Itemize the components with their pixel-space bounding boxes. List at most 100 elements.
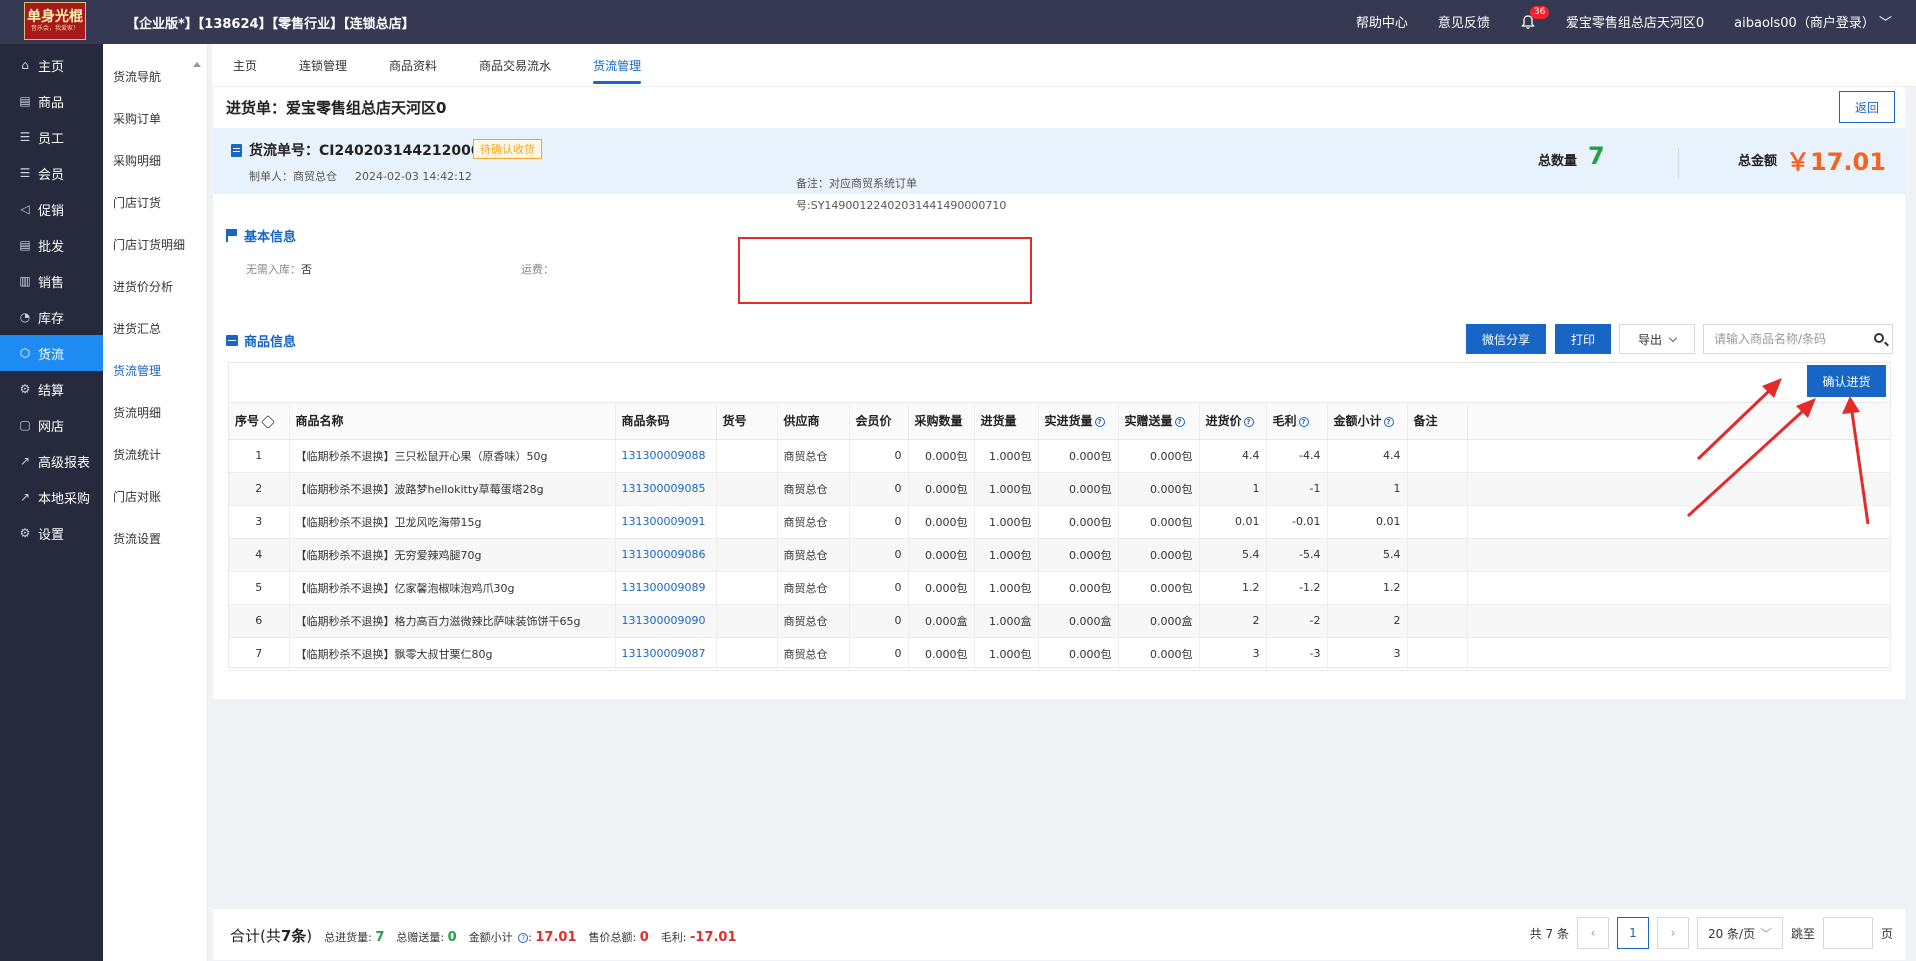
subnav-item[interactable]: 货流导航 xyxy=(103,55,207,97)
sidebar-item-label: 会员 xyxy=(38,167,65,183)
help-icon[interactable]: ? xyxy=(1094,416,1105,427)
print-button[interactable]: 打印 xyxy=(1555,324,1611,354)
table-row[interactable]: 7 【临期秒杀不退换】飘零大叔甘栗仁80g 131300009087 商贸总仓 0 0.0… xyxy=(229,637,1891,671)
cell-gift-qty: 0.000包 xyxy=(1118,571,1200,605)
cell-supplier: 商贸总仓 xyxy=(777,604,850,638)
cell-barcode[interactable]: 131300009085 xyxy=(615,472,717,506)
prev-page-button[interactable]: ‹ xyxy=(1576,917,1609,949)
tab[interactable]: 连锁管理 xyxy=(278,44,368,87)
subnav-item[interactable]: 进货汇总 xyxy=(103,307,207,349)
goods-table-grid: 序号 商品名称 商品条码 货号 供应商 会员价 采购数量 进货量 实进货量? 实赠送量? 进货价? 毛… xyxy=(229,403,1891,671)
cell-actual-qty: 0.000盒 xyxy=(1038,604,1119,638)
sidebar-item-goods-flow[interactable]: ⬡ 货流 xyxy=(0,335,103,371)
help-icon[interactable]: ? xyxy=(1174,416,1185,427)
notification-bell-icon[interactable]: 36 xyxy=(1520,5,1550,30)
subnav-item[interactable]: 采购明细 xyxy=(103,139,207,181)
table-row[interactable]: 6 【临期秒杀不退换】格力高百力滋微辣比萨味装饰饼干65g 131300009090… xyxy=(229,604,1891,638)
cell-actual-qty: 0.000包 xyxy=(1038,472,1119,506)
sidebar-item-local-purchase[interactable]: ↗ 本地采购 xyxy=(0,479,103,515)
next-page-button[interactable]: › xyxy=(1656,917,1689,949)
topbar-actions: 帮助中心 意见反馈 36 爱宝零售组总店天河区0 aibaols00（商户登录）… xyxy=(1356,5,1892,31)
search-icon[interactable] xyxy=(1874,333,1884,343)
top-bar: 单身光棍 音乐会，我爱家！ 【企业版*】【138624】【零售行业】【连锁总店】… xyxy=(0,0,1916,44)
total-in-qty-value: 7 xyxy=(375,930,385,945)
user-menu[interactable]: aibaols00（商户登录） ﹀ xyxy=(1734,12,1892,31)
current-store[interactable]: 爱宝零售组总店天河区0 xyxy=(1566,12,1704,31)
cell-subtotal: 3 xyxy=(1327,637,1408,671)
tab[interactable]: 主页 xyxy=(212,44,278,87)
subnav-item[interactable]: 门店对账 xyxy=(103,475,207,517)
search-input[interactable] xyxy=(1704,325,1864,353)
cell-in-qty: 1.000包 xyxy=(974,472,1039,506)
cell-sku xyxy=(716,505,778,539)
wechat-share-button[interactable]: 微信分享 xyxy=(1466,324,1546,354)
page-number-button[interactable]: 1 xyxy=(1616,917,1649,949)
page-size-select[interactable]: 20 条/页 ﹀ xyxy=(1696,917,1783,949)
sidebar-item-wholesale[interactable]: ▤ 批发 xyxy=(0,227,103,263)
order-summary: 货流单号：CI24020314421200073 待确认收货 制单人：商贸总仓 2… xyxy=(213,128,1905,194)
column-header: 序号 xyxy=(229,403,290,440)
sidebar-item-sales[interactable]: ▥ 销售 xyxy=(0,263,103,299)
sidebar-item-settlement[interactable]: ⚙ 结算 xyxy=(0,371,103,407)
cell-barcode[interactable]: 131300009086 xyxy=(615,538,717,572)
cell-member-price: 0 xyxy=(849,538,909,572)
subnav-item[interactable]: 货流设置 xyxy=(103,517,207,559)
subnav-item[interactable]: 货流明细 xyxy=(103,391,207,433)
help-icon[interactable]: ? xyxy=(1243,416,1254,427)
export-dropdown[interactable]: 导出 xyxy=(1619,324,1695,354)
cell-filler xyxy=(1467,439,1891,473)
table-row[interactable]: 2 【临期秒杀不退换】波路梦hellokitty草莓蛋塔28g 1313000090… xyxy=(229,472,1891,506)
sidebar-item-promotion[interactable]: ◁ 促销 xyxy=(0,191,103,227)
back-button[interactable]: 返回 xyxy=(1839,91,1895,123)
table-row[interactable]: 5 【临期秒杀不退换】亿家馨泡椒味泡鸡爪30g 131300009089 商贸总仓 0 0… xyxy=(229,571,1891,605)
no-stock-label: 无需入库： xyxy=(246,263,301,276)
brand-logo[interactable]: 单身光棍 音乐会，我爱家！ xyxy=(24,2,86,40)
cell-price: 2 xyxy=(1199,604,1267,638)
collapse-caret-icon[interactable] xyxy=(193,62,201,67)
subnav-item[interactable]: 进货价分析 xyxy=(103,265,207,307)
confirm-purchase-button[interactable]: 确认进货 xyxy=(1807,365,1886,397)
help-center-link[interactable]: 帮助中心 xyxy=(1356,12,1408,31)
cell-barcode[interactable]: 131300009087 xyxy=(615,637,717,671)
column-header-label: 供应商 xyxy=(783,414,820,429)
table-row[interactable]: 4 【临期秒杀不退换】无穷爱辣鸡腿70g 131300009086 商贸总仓 0 0.00… xyxy=(229,538,1891,572)
help-icon[interactable]: ? xyxy=(1298,416,1309,427)
cell-barcode[interactable]: 131300009091 xyxy=(615,505,717,539)
tab[interactable]: 货流管理 xyxy=(572,44,662,87)
subnav-item[interactable]: 门店订货明细 xyxy=(103,223,207,265)
cell-in-qty: 1.000包 xyxy=(974,505,1039,539)
sidebar-item-member[interactable]: ☰ 会员 xyxy=(0,155,103,191)
staff-icon: ☰ xyxy=(19,130,31,144)
cell-purchase-qty: 0.000盒 xyxy=(908,604,975,638)
subnav-item[interactable]: 货流管理 xyxy=(103,349,207,391)
subnav-item[interactable]: 采购订单 xyxy=(103,97,207,139)
cell-in-qty: 1.000包 xyxy=(974,538,1039,572)
cell-barcode[interactable]: 131300009089 xyxy=(615,571,717,605)
cell-gift-qty: 0.000包 xyxy=(1118,538,1200,572)
column-header: 进货量 xyxy=(974,403,1039,440)
feedback-link[interactable]: 意见反馈 xyxy=(1438,12,1490,31)
sidebar-item-staff[interactable]: ☰ 员工 xyxy=(0,119,103,155)
sidebar-item-home[interactable]: ⌂ 主页 xyxy=(0,47,103,83)
table-row[interactable]: 3 【临期秒杀不退换】卫龙风吃海带15g 131300009091 商贸总仓 0 0.00… xyxy=(229,505,1891,539)
tab[interactable]: 商品交易流水 xyxy=(458,44,572,87)
tab[interactable]: 商品资料 xyxy=(368,44,458,87)
help-icon[interactable]: ? xyxy=(1383,416,1394,427)
no-stock-field: 无需入库：否 xyxy=(246,261,312,277)
cell-member-price: 0 xyxy=(849,472,909,506)
sidebar-item-online-store[interactable]: ▢ 网店 xyxy=(0,407,103,443)
sidebar-item-report[interactable]: ↗ 高级报表 xyxy=(0,443,103,479)
column-header: 实进货量? xyxy=(1038,403,1119,440)
sidebar-item-settings[interactable]: ⚙ 设置 xyxy=(0,515,103,551)
subnav-item[interactable]: 货流统计 xyxy=(103,433,207,475)
column-settings-icon[interactable] xyxy=(260,414,276,429)
help-icon[interactable]: ? xyxy=(518,933,529,943)
table-row[interactable]: 1 【临期秒杀不退换】三只松鼠开心果（原香味）50g 131300009088 商贸总… xyxy=(229,439,1891,473)
sidebar-item-inventory[interactable]: ◔ 库存 xyxy=(0,299,103,335)
cell-barcode[interactable]: 131300009088 xyxy=(615,439,717,473)
cell-barcode[interactable]: 131300009090 xyxy=(615,604,717,638)
jump-page-input[interactable] xyxy=(1822,917,1873,949)
column-header-label: 采购数量 xyxy=(914,414,963,429)
subnav-item[interactable]: 门店订货 xyxy=(103,181,207,223)
sidebar-item-product[interactable]: ▤ 商品 xyxy=(0,83,103,119)
